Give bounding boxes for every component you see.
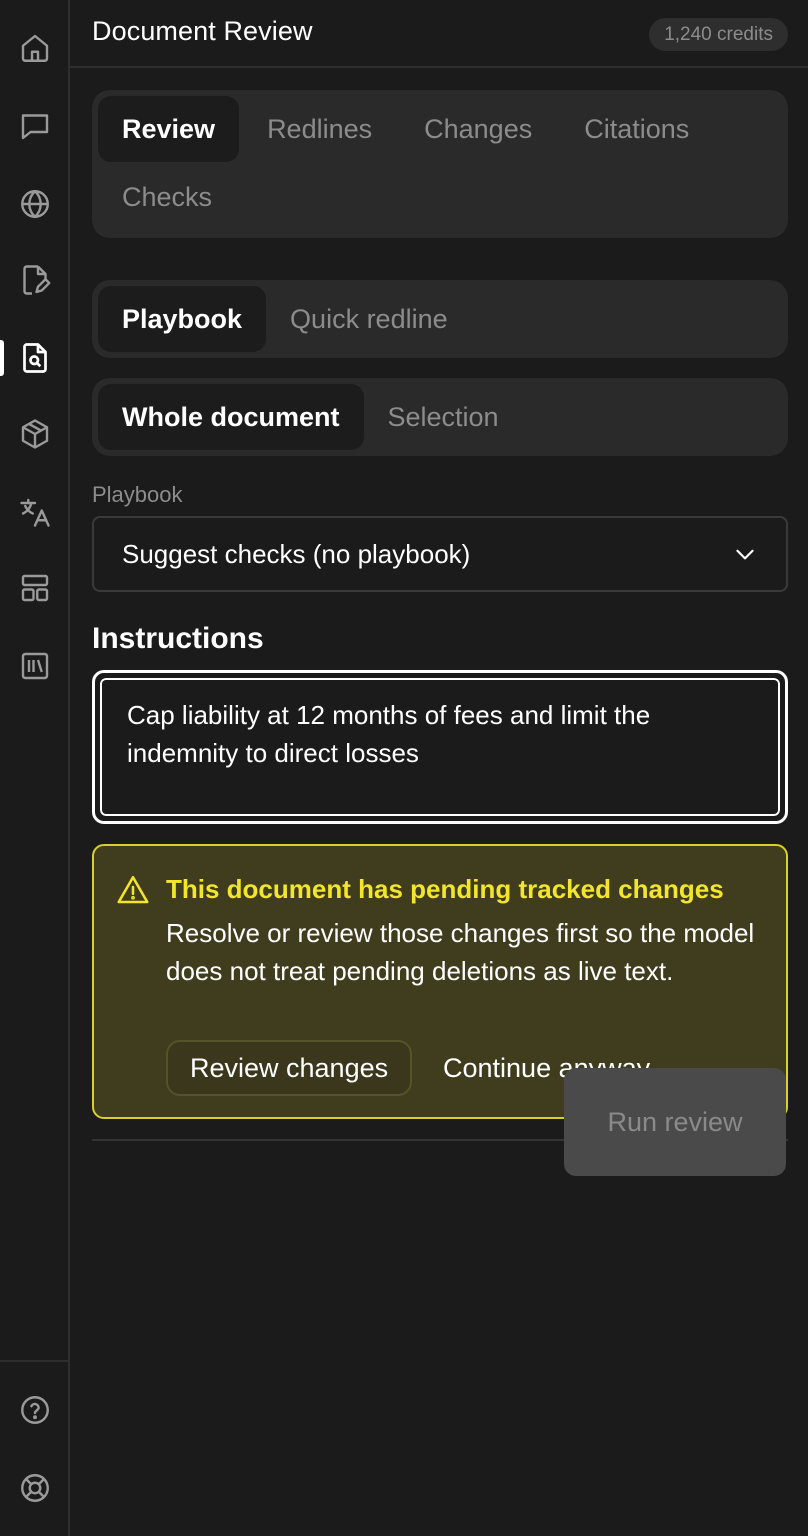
layout-icon: [21, 574, 49, 602]
rail-divider: [0, 1360, 70, 1362]
page-title: Document Review: [92, 16, 313, 46]
playbook-label: Playbook: [92, 482, 183, 507]
file-edit-icon: [23, 265, 51, 295]
scope-whole-document[interactable]: Whole document: [98, 384, 364, 450]
sidebar-item-models[interactable]: [0, 404, 70, 464]
sidebar-item-translate[interactable]: [0, 482, 70, 542]
run-review-button[interactable]: Run review: [564, 1068, 786, 1176]
instructions-title: Instructions: [92, 622, 264, 655]
chat-icon: [21, 114, 49, 140]
lifebuoy-icon: [21, 1474, 49, 1502]
sidebar-item-help[interactable]: [0, 1380, 70, 1440]
tab-changes[interactable]: Changes: [400, 96, 556, 162]
library-icon: [21, 652, 49, 680]
help-icon: [21, 1396, 49, 1424]
alert-title: This document has pending tracked change…: [166, 874, 724, 904]
app-root: Document Review 1,240 credits Review Red…: [0, 0, 808, 1536]
sidebar-item-document-review[interactable]: [0, 328, 70, 388]
sidebar-item-chat[interactable]: [0, 96, 70, 156]
globe-icon: [21, 189, 49, 219]
sidebar-item-drafting[interactable]: [0, 250, 70, 310]
translate-icon: [20, 498, 50, 527]
review-panel: Review Redlines Changes Citations Checks…: [92, 90, 788, 1141]
mode-quick-redline[interactable]: Quick redline: [266, 286, 472, 352]
header: Document Review 1,240 credits: [70, 0, 808, 68]
instructions-textarea[interactable]: Cap liability at 12 months of fees and l…: [98, 676, 782, 818]
scope-selection[interactable]: Selection: [364, 384, 523, 450]
review-changes-button[interactable]: Review changes: [166, 1040, 413, 1096]
alert-body: Resolve or review those changes first so…: [166, 918, 755, 986]
mode-playbook[interactable]: Playbook: [98, 286, 267, 352]
tab-redlines[interactable]: Redlines: [243, 96, 396, 162]
mode-toggle: Playbook Quick redline: [92, 280, 788, 358]
tab-review[interactable]: Review: [98, 96, 240, 162]
warning-icon: [117, 875, 149, 904]
sidebar-item-library[interactable]: [0, 636, 70, 696]
credits-badge: 1,240 credits: [649, 18, 788, 51]
sidebar-item-web[interactable]: [0, 174, 70, 234]
playbook-select[interactable]: Suggest checks (no playbook): [92, 516, 788, 592]
sidebar-item-templates[interactable]: [0, 558, 70, 618]
chevron-down-icon: [736, 549, 754, 560]
instructions-focus-ring: Cap liability at 12 months of fees and l…: [92, 670, 788, 824]
cube-icon: [21, 419, 49, 449]
review-tabs: Review Redlines Changes Citations Checks: [92, 90, 788, 238]
sidebar-item-support[interactable]: [0, 1458, 70, 1518]
playbook-select-value: Suggest checks (no playbook): [122, 538, 471, 569]
sidebar-item-home[interactable]: [0, 18, 70, 78]
file-search-icon: [23, 343, 47, 373]
sidebar-rail: [0, 0, 70, 1536]
home-icon: [21, 34, 49, 62]
tab-checks[interactable]: Checks: [98, 164, 236, 230]
tab-citations[interactable]: Citations: [560, 96, 713, 162]
scope-toggle: Whole document Selection: [92, 378, 788, 456]
